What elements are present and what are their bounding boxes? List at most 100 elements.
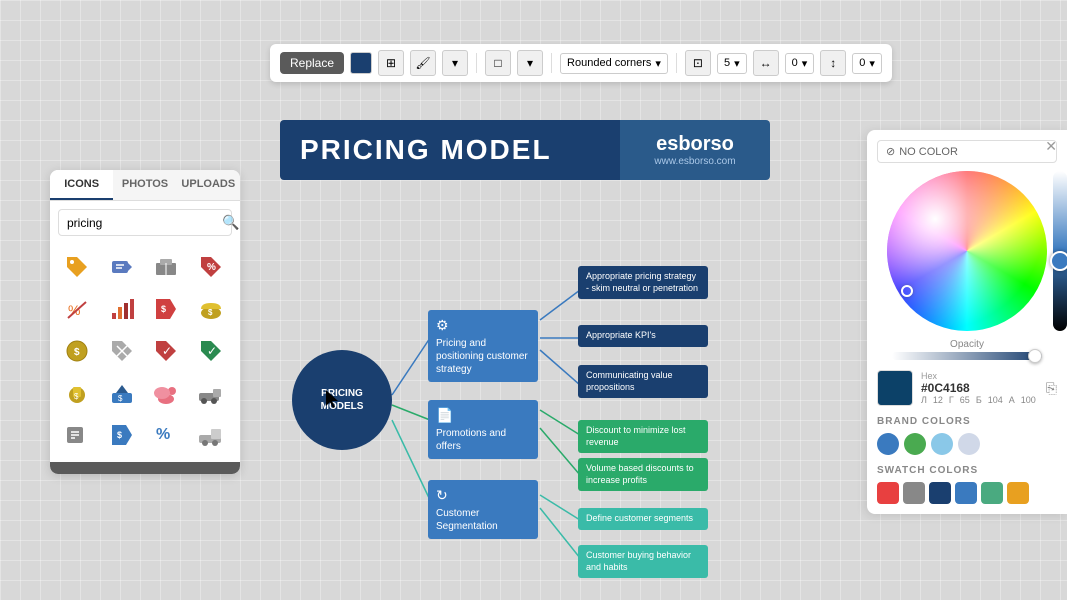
swatch-color-3[interactable] bbox=[929, 482, 951, 504]
icon-cell-12[interactable]: ✓ bbox=[192, 332, 230, 370]
r-label: Л bbox=[921, 395, 927, 405]
branch-label-1: Pricing and positioning customer strateg… bbox=[436, 338, 528, 375]
icon-cell-14[interactable]: $ bbox=[103, 374, 141, 412]
svg-text:✓: ✓ bbox=[162, 344, 172, 358]
height-value[interactable]: 0 ▾ bbox=[852, 53, 882, 74]
color-wheel-cursor bbox=[901, 285, 913, 297]
brand-color-3[interactable] bbox=[931, 433, 953, 455]
r-value: 12 bbox=[933, 395, 943, 405]
grid-icon[interactable]: ⊞ bbox=[378, 50, 404, 76]
brand-color-1[interactable] bbox=[877, 433, 899, 455]
svg-text:%: % bbox=[207, 262, 216, 273]
leaf-3-2[interactable]: Customer buying behavior and habits bbox=[578, 545, 708, 578]
width-value[interactable]: 0 ▾ bbox=[785, 53, 815, 74]
tab-photos[interactable]: PHOTOS bbox=[113, 170, 176, 200]
corners-label: Rounded corners bbox=[567, 57, 651, 69]
a-label: А bbox=[1009, 395, 1015, 405]
panel-tabs: ICONS PHOTOS UPLOADS bbox=[50, 170, 240, 201]
corners-select[interactable]: Rounded corners ▾ bbox=[560, 53, 668, 74]
hex-value[interactable]: #0C4168 bbox=[921, 381, 1038, 395]
width-icon: ↔ bbox=[753, 50, 779, 76]
opacity-bar[interactable] bbox=[892, 352, 1042, 360]
leaf-1-2[interactable]: Appropriate KPI's bbox=[578, 325, 708, 347]
icon-cell-13[interactable]: $ bbox=[58, 374, 96, 412]
color-swatch-large[interactable] bbox=[877, 370, 913, 406]
svg-text:$: $ bbox=[208, 308, 213, 317]
brand-url: www.esborso.com bbox=[654, 156, 735, 167]
icon-cell-4[interactable]: % bbox=[192, 248, 230, 286]
a-value: 100 bbox=[1021, 395, 1036, 405]
search-input[interactable] bbox=[67, 216, 222, 230]
icon-cell-17[interactable] bbox=[58, 416, 96, 454]
svg-text:$: $ bbox=[161, 304, 166, 314]
g-label: Г bbox=[949, 395, 954, 405]
leaf-1-1[interactable]: Appropriate pricing strategy - skim neut… bbox=[578, 266, 708, 299]
chevron-icon[interactable]: ▾ bbox=[442, 50, 468, 76]
brand-color-2[interactable] bbox=[904, 433, 926, 455]
leaf-3-1[interactable]: Define customer segments bbox=[578, 508, 708, 530]
icon-cell-11[interactable]: ✓ bbox=[147, 332, 185, 370]
replace-button[interactable]: Replace bbox=[280, 52, 344, 74]
icon-cell-20[interactable] bbox=[192, 416, 230, 454]
tab-icons[interactable]: ICONS bbox=[50, 170, 113, 200]
swatch-color-1[interactable] bbox=[877, 482, 899, 504]
search-icon[interactable]: 🔍 bbox=[222, 214, 239, 231]
no-color-label-text: NO COLOR bbox=[899, 146, 958, 158]
icon-cell-10[interactable] bbox=[103, 332, 141, 370]
height-icon: ↕ bbox=[820, 50, 846, 76]
swatch-color-6[interactable] bbox=[1007, 482, 1029, 504]
swatch-color-4[interactable] bbox=[955, 482, 977, 504]
branch-node-2[interactable]: 📄 Promotions and offers bbox=[428, 400, 538, 459]
center-circle[interactable]: PRICINGMODELS bbox=[292, 350, 392, 450]
divider2 bbox=[551, 53, 552, 73]
hex-label: Hex bbox=[921, 371, 1038, 381]
brand-name: esborso bbox=[656, 133, 734, 156]
opacity-label: Opacity bbox=[877, 339, 1057, 350]
hex-input: Hex #0C4168 Л 12 Г 65 Б 104 А 100 bbox=[921, 371, 1038, 405]
no-color-button[interactable]: ⊘ NO COLOR bbox=[877, 140, 1057, 163]
icon-cell-18[interactable]: $ bbox=[103, 416, 141, 454]
svg-text:$: $ bbox=[118, 394, 123, 403]
branch-node-3[interactable]: ↻ Customer Segmentation bbox=[428, 480, 538, 539]
brightness-bar-container[interactable] bbox=[1053, 171, 1067, 331]
icon-cell-2[interactable] bbox=[103, 248, 141, 286]
icon-cell-1[interactable] bbox=[58, 248, 96, 286]
leaf-1-3[interactable]: Communicating value propositions bbox=[578, 365, 708, 398]
opacity-cursor bbox=[1028, 349, 1042, 363]
icon-cell-8[interactable]: $ bbox=[192, 290, 230, 328]
b-value: 104 bbox=[988, 395, 1003, 405]
size-value[interactable]: 5 ▾ bbox=[717, 53, 747, 74]
color-wheel[interactable] bbox=[887, 171, 1047, 331]
icon-cell-16[interactable] bbox=[192, 374, 230, 412]
shape-icon[interactable]: □ bbox=[485, 50, 511, 76]
copy-icon[interactable]: ⎘ bbox=[1046, 380, 1057, 397]
size-icon: ⊡ bbox=[685, 50, 711, 76]
pricing-header-right: esborso www.esborso.com bbox=[620, 120, 770, 180]
icon-cell-5[interactable]: % bbox=[58, 290, 96, 328]
paint-icon[interactable]: 🖌 bbox=[410, 50, 436, 76]
swatch-color-5[interactable] bbox=[981, 482, 1003, 504]
tab-uploads[interactable]: UPLOADS bbox=[177, 170, 240, 200]
toolbar: Replace ⊞ 🖌 ▾ □ ▾ Rounded corners ▾ ⊡ 5 … bbox=[270, 44, 892, 82]
icon-cell-15[interactable] bbox=[147, 374, 185, 412]
toolbar-color-swatch[interactable] bbox=[350, 52, 372, 74]
svg-text:$: $ bbox=[117, 430, 122, 440]
icon-cell-7[interactable]: $ bbox=[147, 290, 185, 328]
branch-node-1[interactable]: ⚙ Pricing and positioning customer strat… bbox=[428, 310, 538, 382]
swatch-colors-label: SWATCH COLORS bbox=[877, 465, 1057, 476]
swatch-color-2[interactable] bbox=[903, 482, 925, 504]
g-value: 65 bbox=[960, 395, 970, 405]
shape-chevron[interactable]: ▾ bbox=[517, 50, 543, 76]
icon-cell-9[interactable]: $ bbox=[58, 332, 96, 370]
icon-cell-6[interactable] bbox=[103, 290, 141, 328]
icon-cell-19[interactable]: % bbox=[147, 416, 185, 454]
pricing-header-left: PRICING MODEL bbox=[280, 120, 620, 180]
leaf-2-1[interactable]: Discount to minimize lost revenue bbox=[578, 420, 708, 453]
brand-color-4[interactable] bbox=[958, 433, 980, 455]
icon-grid: % % $ $ $ ✓ ✓ $ $ bbox=[50, 244, 240, 462]
leaf-2-2[interactable]: Volume based discounts to increase profi… bbox=[578, 458, 708, 491]
icon-cell-3[interactable] bbox=[147, 248, 185, 286]
close-icon[interactable]: ✕ bbox=[1045, 138, 1057, 155]
color-wheel-container[interactable] bbox=[887, 171, 1047, 331]
svg-text:$: $ bbox=[74, 347, 80, 358]
